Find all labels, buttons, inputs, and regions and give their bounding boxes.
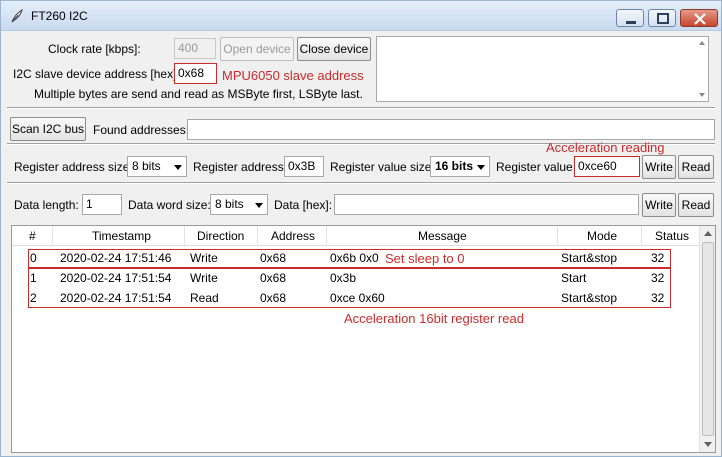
log-table[interactable]: # Timestamp Direction Address Message Mo… xyxy=(11,225,716,453)
data-word-size-select[interactable]: 8 bits xyxy=(210,194,268,215)
feather-icon xyxy=(11,8,23,23)
register-address-size-value: 8 bits xyxy=(132,159,161,173)
column-divider xyxy=(641,226,642,246)
minimize-button[interactable] xyxy=(616,9,644,27)
set-sleep-annotation: Set sleep to 0 xyxy=(385,251,465,266)
slave-address-label: I2C slave device address [hex]: xyxy=(13,67,180,81)
table-header: # Timestamp Direction Address Message Mo… xyxy=(12,226,700,246)
column-header[interactable]: Message xyxy=(418,229,467,243)
acceleration-read-annotation: Acceleration 16bit register read xyxy=(344,311,524,326)
data-word-size-value: 8 bits xyxy=(215,197,244,211)
column-divider xyxy=(326,226,327,246)
maximize-button[interactable] xyxy=(648,9,676,27)
data-hex-label: Data [hex]: xyxy=(274,198,333,212)
scroll-down-icon xyxy=(704,442,712,447)
device-info-textarea[interactable] xyxy=(376,36,709,102)
chevron-down-icon xyxy=(477,165,485,170)
data-word-size-label: Data word size: xyxy=(128,198,211,212)
title-bar[interactable]: FT260 I2C xyxy=(1,1,721,31)
scroll-down-icon xyxy=(699,93,705,97)
column-header[interactable]: Status xyxy=(655,229,689,243)
minimize-icon xyxy=(626,21,636,24)
table-scrollbar[interactable] xyxy=(699,226,715,452)
register-read-button[interactable]: Read xyxy=(678,155,714,179)
info-text: Multiple bytes are send and read as MSBy… xyxy=(34,87,363,101)
data-hex-input[interactable] xyxy=(334,194,639,215)
clock-rate-input[interactable]: 400 xyxy=(174,38,216,59)
separator xyxy=(7,182,715,184)
register-address-size-select[interactable]: 8 bits xyxy=(127,156,187,177)
acceleration-reading-annotation: Acceleration reading xyxy=(546,140,665,155)
window-title: FT260 I2C xyxy=(31,9,88,23)
register-value-input[interactable]: 0xce60 xyxy=(574,156,640,177)
column-divider xyxy=(257,226,258,246)
slave-address-annotation: MPU6050 slave address xyxy=(222,68,364,83)
column-divider xyxy=(557,226,558,246)
maximize-icon xyxy=(657,13,669,24)
rows-highlight-box xyxy=(28,268,671,308)
column-divider xyxy=(52,226,53,246)
register-address-size-label: Register address size: xyxy=(14,160,133,174)
found-addresses-input[interactable] xyxy=(187,119,715,140)
row-highlight-box xyxy=(28,249,671,268)
found-addresses-label: Found addresses: xyxy=(93,123,190,137)
column-divider xyxy=(184,226,185,246)
column-header[interactable]: Direction xyxy=(197,229,244,243)
scrollbar-thumb[interactable] xyxy=(702,242,714,436)
scroll-up-icon xyxy=(704,231,712,236)
register-value-size-value: 16 bits xyxy=(435,159,474,173)
slave-address-input[interactable]: 0x68 xyxy=(174,63,217,84)
data-length-input[interactable]: 1 xyxy=(82,194,122,215)
chevron-down-icon xyxy=(255,203,263,208)
register-address-label: Register address: xyxy=(193,160,288,174)
register-write-button[interactable]: Write xyxy=(642,155,676,179)
close-button[interactable] xyxy=(680,9,718,27)
register-value-size-select[interactable]: 16 bits xyxy=(430,156,490,177)
register-value-size-label: Register value size: xyxy=(330,160,435,174)
data-length-label: Data length: xyxy=(14,198,79,212)
scroll-up-icon xyxy=(699,41,705,45)
column-header[interactable]: # xyxy=(29,229,36,243)
close-device-button[interactable]: Close device xyxy=(297,37,371,61)
open-device-button[interactable]: Open device xyxy=(220,37,294,61)
scan-i2c-button[interactable]: Scan I2C bus xyxy=(10,117,86,141)
data-read-button[interactable]: Read xyxy=(678,193,714,217)
chevron-down-icon xyxy=(174,165,182,170)
column-header[interactable]: Timestamp xyxy=(92,229,151,243)
clock-rate-label: Clock rate [kbps]: xyxy=(48,42,141,56)
app-window: FT260 I2C Clock rate [kbps]: 400 Open de… xyxy=(0,0,722,457)
textarea-scrollbar[interactable] xyxy=(696,37,708,101)
close-icon xyxy=(694,13,706,25)
register-value-label: Register value: xyxy=(496,160,577,174)
separator xyxy=(7,107,715,109)
data-write-button[interactable]: Write xyxy=(642,193,676,217)
column-header[interactable]: Mode xyxy=(587,229,617,243)
column-header[interactable]: Address xyxy=(271,229,315,243)
register-address-input[interactable]: 0x3B xyxy=(284,156,324,177)
